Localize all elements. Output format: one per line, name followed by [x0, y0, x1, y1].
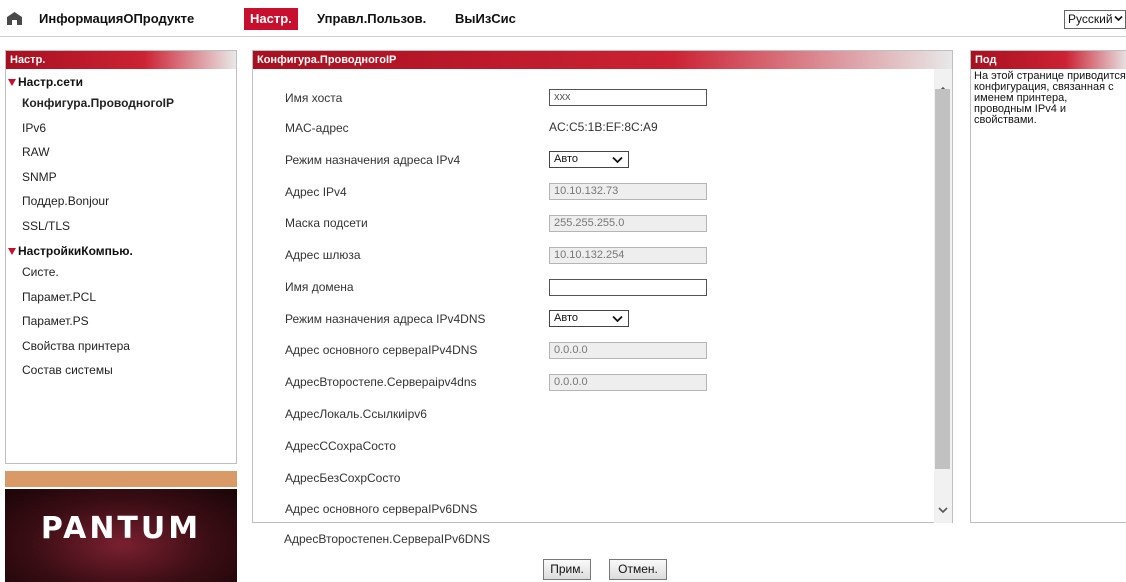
- sidebar-item-raw[interactable]: RAW: [6, 140, 236, 165]
- sidebar-group-label: НастройкиКомпью.: [18, 244, 133, 258]
- hostname-input[interactable]: xxx: [549, 89, 707, 106]
- sidebar-item-system-composition[interactable]: Состав системы: [6, 358, 236, 383]
- label-gateway: Адрес шлюза: [285, 248, 361, 262]
- nav-settings[interactable]: Настр.: [244, 8, 298, 30]
- label-stateful-address: АдресССохраСосто: [285, 439, 396, 453]
- help-header: Под: [971, 51, 1126, 69]
- vertical-scrollbar[interactable]: [934, 69, 952, 523]
- sidebar-group-network[interactable]: Настр.сети: [6, 73, 236, 91]
- sidebar-group-computer[interactable]: НастройкиКомпью.: [6, 242, 236, 260]
- pantum-logo: PANTUM: [5, 489, 237, 582]
- ipv4-mode-select[interactable]: Авто: [549, 151, 629, 168]
- label-ipv4-dns-mode: Режим назначения адреса IPv4DNS: [285, 312, 486, 326]
- label-mac: MAC-адрес: [285, 121, 349, 135]
- sidebar-item-pcl-params[interactable]: Парамет.PCL: [6, 285, 236, 310]
- label-domain-name: Имя домена: [285, 280, 354, 294]
- label-stateless-address: АдресБезСохрСосто: [285, 471, 401, 485]
- ipv4-dns-mode-value: Авто: [554, 312, 578, 324]
- sidebar-item-wired-ip[interactable]: Конфигура.ПроводногоIP: [6, 91, 236, 116]
- expand-triangle-icon: [8, 248, 16, 256]
- label-primary-ipv4-dns: Адрес основного сервераIPv4DNS: [285, 343, 478, 357]
- gateway-input[interactable]: 10.10.132.254: [549, 247, 707, 264]
- brand-strip: [5, 471, 237, 487]
- language-select[interactable]: Русский: [1064, 10, 1126, 29]
- label-ipv6-link-local: АдресЛокаль.Ссылкиipv6: [285, 407, 427, 421]
- nav-product-info[interactable]: ИнформацияОПродукте: [39, 11, 194, 26]
- mac-value: AC:C5:1B:EF:8C:A9: [549, 120, 658, 134]
- main-panel-header: Конфигура.ПроводногоIP: [253, 51, 952, 69]
- sidebar-item-ssl-tls[interactable]: SSL/TLS: [6, 214, 236, 239]
- language-value: Русский: [1068, 12, 1113, 26]
- help-text: На этой странице приводится конфигурация…: [974, 70, 1126, 126]
- nav-user-management[interactable]: Управл.Пользов.: [317, 11, 426, 26]
- label-ipv4-mode: Режим назначения адреса IPv4: [285, 153, 461, 167]
- chevron-down-icon[interactable]: [938, 505, 948, 515]
- domain-name-input[interactable]: [549, 279, 707, 296]
- help-panel: Под На этой странице приводится конфигур…: [970, 50, 1126, 523]
- ipv4-dns-mode-select[interactable]: Авто: [549, 310, 629, 327]
- label-hostname: Имя хоста: [285, 91, 343, 105]
- subnet-mask-input[interactable]: 255.255.255.0: [549, 215, 707, 232]
- chevron-down-icon: [612, 156, 623, 164]
- sidebar-header: Настр.: [6, 51, 236, 69]
- chevron-down-icon: [612, 315, 623, 323]
- label-ipv4-address: Адрес IPv4: [285, 185, 347, 199]
- label-secondary-ipv4-dns: АдресВторостепе.Сервераipv4dns: [285, 375, 477, 389]
- apply-button[interactable]: Прим.: [543, 559, 591, 580]
- sidebar-item-printer-properties[interactable]: Свойства принтера: [6, 334, 236, 359]
- chevron-down-icon: [1114, 15, 1123, 22]
- home-icon[interactable]: [6, 11, 23, 26]
- scroll-thumb[interactable]: [935, 89, 950, 469]
- expand-triangle-icon: [8, 79, 16, 87]
- label-primary-ipv6-dns: Адрес основного сервераIPv6DNS: [285, 502, 478, 516]
- label-secondary-ipv6-dns: АдресВторостепен.СервераIPv6DNS: [284, 532, 491, 546]
- sidebar: Настр. Настр.сети Конфигура.ПроводногоIP…: [5, 50, 237, 464]
- top-navigation: ИнформацияОПродукте Настр. Управл.Пользо…: [0, 0, 1126, 37]
- main-panel: Конфигура.ПроводногоIP Имя хоста xxx MAC…: [252, 50, 953, 523]
- nav-logout[interactable]: ВыИзСис: [455, 11, 516, 26]
- secondary-ipv4-dns-input[interactable]: 0.0.0.0: [549, 374, 707, 391]
- logo-text: PANTUM: [40, 511, 202, 546]
- sidebar-item-snmp[interactable]: SNMP: [6, 165, 236, 190]
- ipv4-address-input[interactable]: 10.10.132.73: [549, 183, 707, 200]
- sidebar-item-ps-params[interactable]: Парамет.PS: [6, 309, 236, 334]
- sidebar-item-bonjour[interactable]: Поддер.Bonjour: [6, 189, 236, 214]
- sidebar-item-ipv6[interactable]: IPv6: [6, 116, 236, 141]
- ipv4-mode-value: Авто: [554, 153, 578, 165]
- label-subnet-mask: Маска подсети: [285, 216, 368, 230]
- sidebar-item-system[interactable]: Систе.: [6, 260, 236, 285]
- sidebar-group-label: Настр.сети: [18, 75, 83, 89]
- cancel-button[interactable]: Отмен.: [609, 559, 667, 580]
- primary-ipv4-dns-input[interactable]: 0.0.0.0: [549, 342, 707, 359]
